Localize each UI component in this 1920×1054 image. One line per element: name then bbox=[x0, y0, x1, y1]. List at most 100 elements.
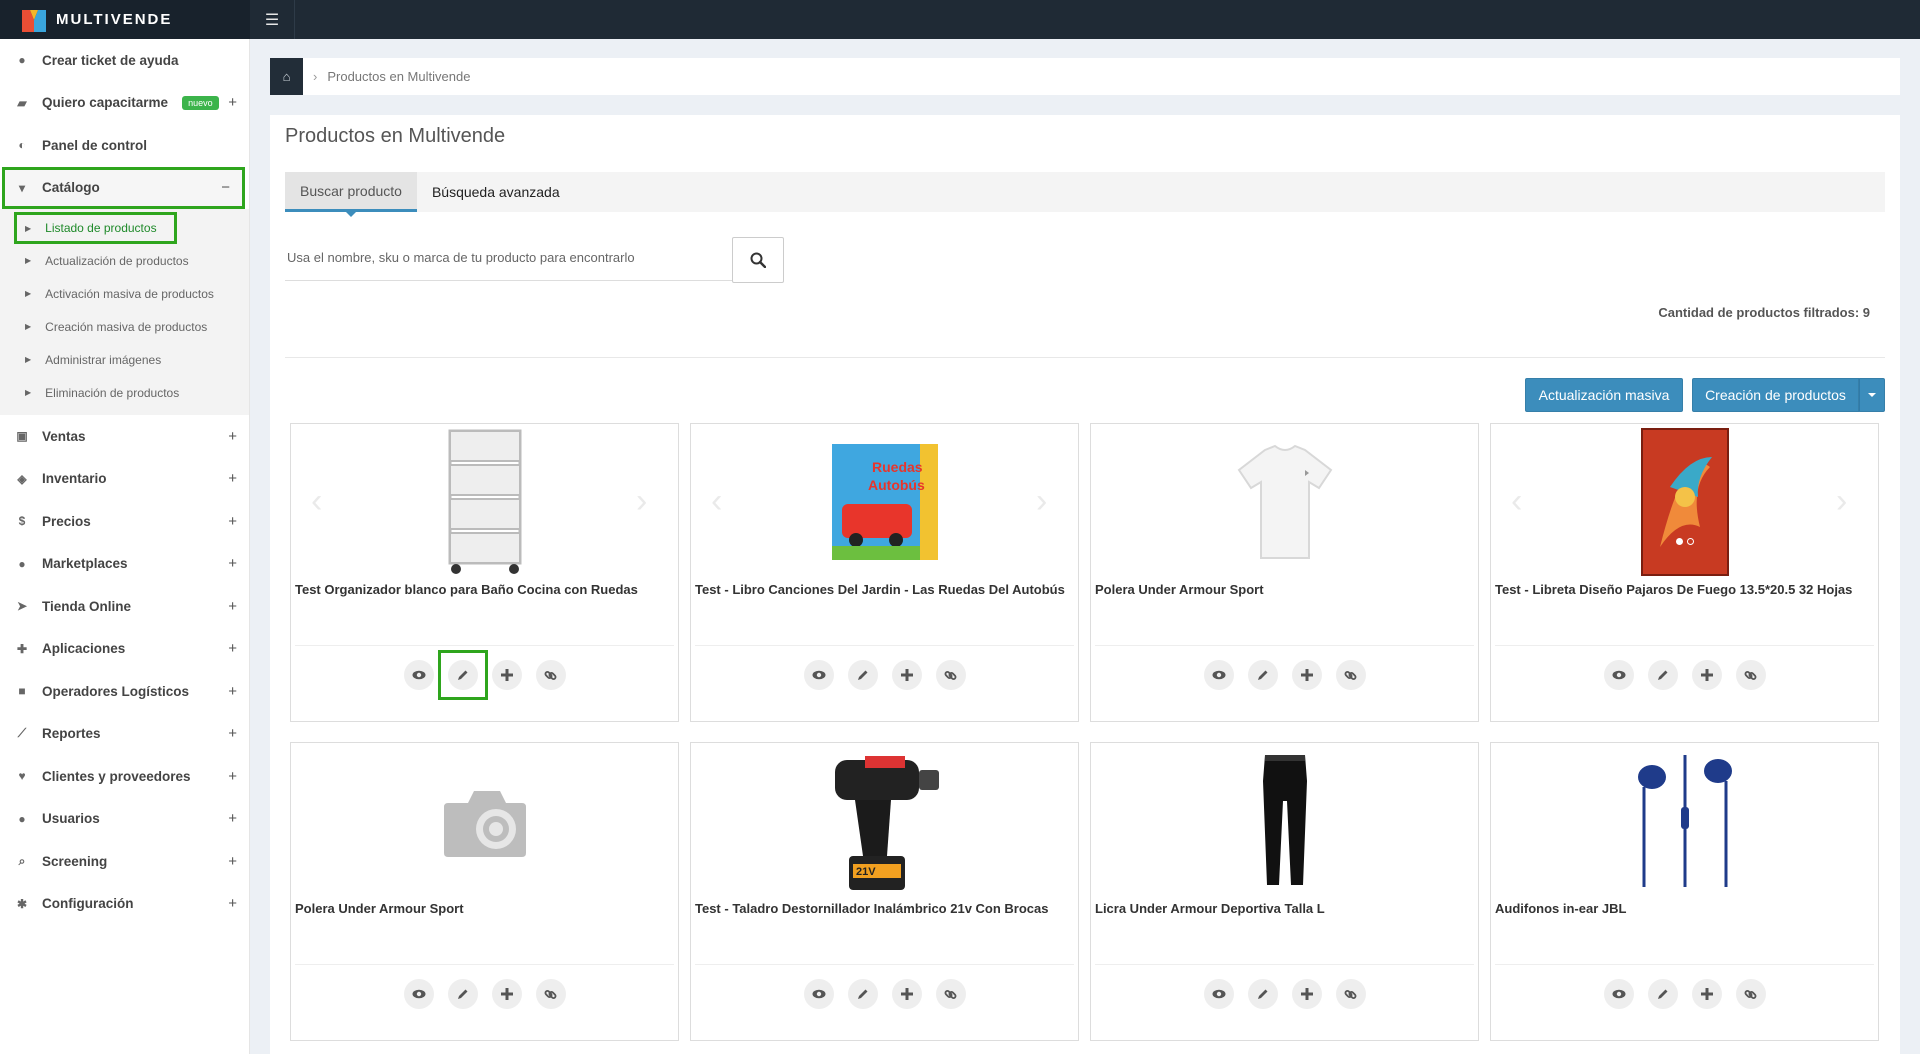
link-button[interactable] bbox=[935, 660, 966, 690]
mass-update-button[interactable]: Actualización masiva bbox=[1525, 378, 1683, 412]
product-name[interactable]: Test - Libro Canciones Del Jardin - Las … bbox=[695, 582, 1075, 597]
carousel-next-button[interactable]: › bbox=[1836, 484, 1858, 518]
sidebar-item-panel[interactable]: ◐ Panel de control bbox=[0, 124, 249, 167]
carousel-dot[interactable] bbox=[1675, 538, 1683, 545]
link-button[interactable] bbox=[535, 979, 566, 1009]
expand-icon[interactable]: + bbox=[228, 555, 237, 572]
edit-button[interactable] bbox=[847, 979, 878, 1009]
sidebar-subitem-creacion[interactable]: ▶ Creación masiva de productos bbox=[0, 310, 249, 343]
product-name[interactable]: Test - Libreta Diseño Pajaros De Fuego 1… bbox=[1495, 582, 1875, 597]
add-button[interactable] bbox=[1691, 979, 1722, 1009]
sidebar-subitem-imagenes[interactable]: ▶ Administrar imágenes bbox=[0, 343, 249, 376]
sidebar-item-configuracion[interactable]: ✱ Configuración + bbox=[0, 883, 249, 926]
sidebar-item-operadores[interactable]: ■ Operadores Logísticos + bbox=[0, 670, 249, 713]
expand-icon[interactable]: + bbox=[228, 683, 237, 700]
edit-button[interactable] bbox=[1247, 660, 1278, 690]
expand-icon[interactable]: + bbox=[228, 853, 237, 870]
expand-icon[interactable]: + bbox=[228, 470, 237, 487]
sidebar-subitem-activacion[interactable]: ▶ Activación masiva de productos bbox=[0, 277, 249, 310]
sidebar-item-aplicaciones[interactable]: ✚ Aplicaciones + bbox=[0, 628, 249, 671]
view-button[interactable] bbox=[403, 979, 434, 1009]
product-image[interactable] bbox=[291, 424, 678, 579]
edit-button[interactable] bbox=[1647, 660, 1678, 690]
sidebar-item-marketplaces[interactable]: ● Marketplaces + bbox=[0, 543, 249, 586]
edit-button[interactable] bbox=[447, 979, 478, 1009]
expand-icon[interactable]: + bbox=[228, 725, 237, 742]
product-image[interactable]: 21V bbox=[691, 743, 1078, 898]
product-name[interactable]: Licra Under Armour Deportiva Talla L bbox=[1095, 901, 1475, 916]
product-image[interactable]: Ruedas Autobús bbox=[691, 424, 1078, 579]
carousel-next-button[interactable]: › bbox=[1036, 484, 1058, 518]
expand-icon[interactable]: + bbox=[228, 513, 237, 530]
link-button[interactable] bbox=[535, 660, 566, 690]
product-image[interactable] bbox=[291, 743, 678, 898]
link-button[interactable] bbox=[1335, 979, 1366, 1009]
product-name[interactable]: Audifonos in-ear JBL bbox=[1495, 901, 1875, 916]
add-button[interactable] bbox=[891, 979, 922, 1009]
expand-icon[interactable]: + bbox=[228, 895, 237, 912]
expand-icon[interactable]: + bbox=[228, 640, 237, 657]
search-button[interactable] bbox=[732, 237, 784, 283]
logo[interactable]: MULTIVENDE bbox=[0, 0, 250, 39]
sidebar-subitem-actualizacion[interactable]: ▶ Actualización de productos bbox=[0, 244, 249, 277]
add-button[interactable] bbox=[891, 660, 922, 690]
carousel-next-button[interactable]: › bbox=[636, 484, 658, 518]
sidebar-item-clientes[interactable]: ♥ Clientes y proveedores + bbox=[0, 755, 249, 798]
edit-button[interactable] bbox=[847, 660, 878, 690]
sidebar-item-inventario[interactable]: ◈ Inventario + bbox=[0, 458, 249, 501]
add-button[interactable] bbox=[491, 979, 522, 1009]
product-name[interactable]: Test - Taladro Destornillador Inalámbric… bbox=[695, 901, 1075, 916]
product-image[interactable] bbox=[1091, 424, 1478, 579]
expand-icon[interactable]: + bbox=[228, 428, 237, 445]
expand-icon[interactable]: + bbox=[228, 768, 237, 785]
tab-busqueda-avanzada[interactable]: Búsqueda avanzada bbox=[417, 172, 575, 212]
add-button[interactable] bbox=[1691, 660, 1722, 690]
sidebar-subitem-eliminacion[interactable]: ▶ Eliminación de productos bbox=[0, 376, 249, 409]
expand-icon[interactable]: + bbox=[228, 810, 237, 827]
create-products-button[interactable]: Creación de productos bbox=[1692, 378, 1859, 412]
view-button[interactable] bbox=[403, 660, 434, 690]
carousel-prev-button[interactable]: ‹ bbox=[711, 484, 733, 518]
view-button[interactable] bbox=[1203, 660, 1234, 690]
sidebar-item-capacitarme[interactable]: ▰ Quiero capacitarme nuevo + bbox=[0, 82, 249, 125]
carousel-dot[interactable] bbox=[1686, 538, 1694, 545]
expand-icon[interactable]: + bbox=[228, 94, 237, 111]
product-image[interactable] bbox=[1491, 743, 1878, 898]
add-button[interactable] bbox=[1291, 660, 1322, 690]
expand-icon[interactable]: + bbox=[228, 598, 237, 615]
sidebar-item-ticket[interactable]: ● Crear ticket de ayuda bbox=[0, 39, 249, 82]
view-button[interactable] bbox=[803, 979, 834, 1009]
carousel-prev-button[interactable]: ‹ bbox=[1511, 484, 1533, 518]
sidebar-item-screening[interactable]: ⌕ Screening + bbox=[0, 840, 249, 883]
link-button[interactable] bbox=[1735, 660, 1766, 690]
link-button[interactable] bbox=[1735, 979, 1766, 1009]
create-products-dropdown-button[interactable] bbox=[1859, 378, 1885, 412]
sidebar-item-catalogo[interactable]: ▾ Catálogo − bbox=[2, 166, 245, 209]
sidebar-item-reportes[interactable]: ⟋ Reportes + bbox=[0, 713, 249, 756]
edit-button[interactable] bbox=[1647, 979, 1678, 1009]
product-name[interactable]: Test Organizador blanco para Baño Cocina… bbox=[295, 582, 675, 597]
product-image[interactable] bbox=[1091, 743, 1478, 898]
collapse-icon[interactable]: − bbox=[221, 179, 230, 196]
view-button[interactable] bbox=[1603, 979, 1634, 1009]
sidebar-item-tienda[interactable]: ➤ Tienda Online + bbox=[0, 585, 249, 628]
add-button[interactable] bbox=[491, 660, 522, 690]
product-name[interactable]: Polera Under Armour Sport bbox=[1095, 582, 1475, 597]
add-button[interactable] bbox=[1291, 979, 1322, 1009]
sidebar-item-usuarios[interactable]: ● Usuarios + bbox=[0, 798, 249, 841]
product-name[interactable]: Polera Under Armour Sport bbox=[295, 901, 675, 916]
sidebar-item-ventas[interactable]: ▣ Ventas + bbox=[0, 415, 249, 458]
product-image[interactable] bbox=[1491, 424, 1878, 579]
edit-button[interactable] bbox=[447, 660, 478, 690]
tab-buscar-producto[interactable]: Buscar producto bbox=[285, 172, 417, 217]
edit-button[interactable] bbox=[1247, 979, 1278, 1009]
sidebar-subitem-listado[interactable]: ▶ Listado de productos bbox=[14, 212, 177, 244]
search-input[interactable] bbox=[285, 235, 732, 281]
sidebar-toggle-button[interactable]: ☰ bbox=[250, 0, 295, 39]
view-button[interactable] bbox=[803, 660, 834, 690]
sidebar-item-precios[interactable]: $ Precios + bbox=[0, 500, 249, 543]
home-button[interactable]: ⌂ bbox=[270, 58, 303, 95]
link-button[interactable] bbox=[1335, 660, 1366, 690]
view-button[interactable] bbox=[1603, 660, 1634, 690]
link-button[interactable] bbox=[935, 979, 966, 1009]
